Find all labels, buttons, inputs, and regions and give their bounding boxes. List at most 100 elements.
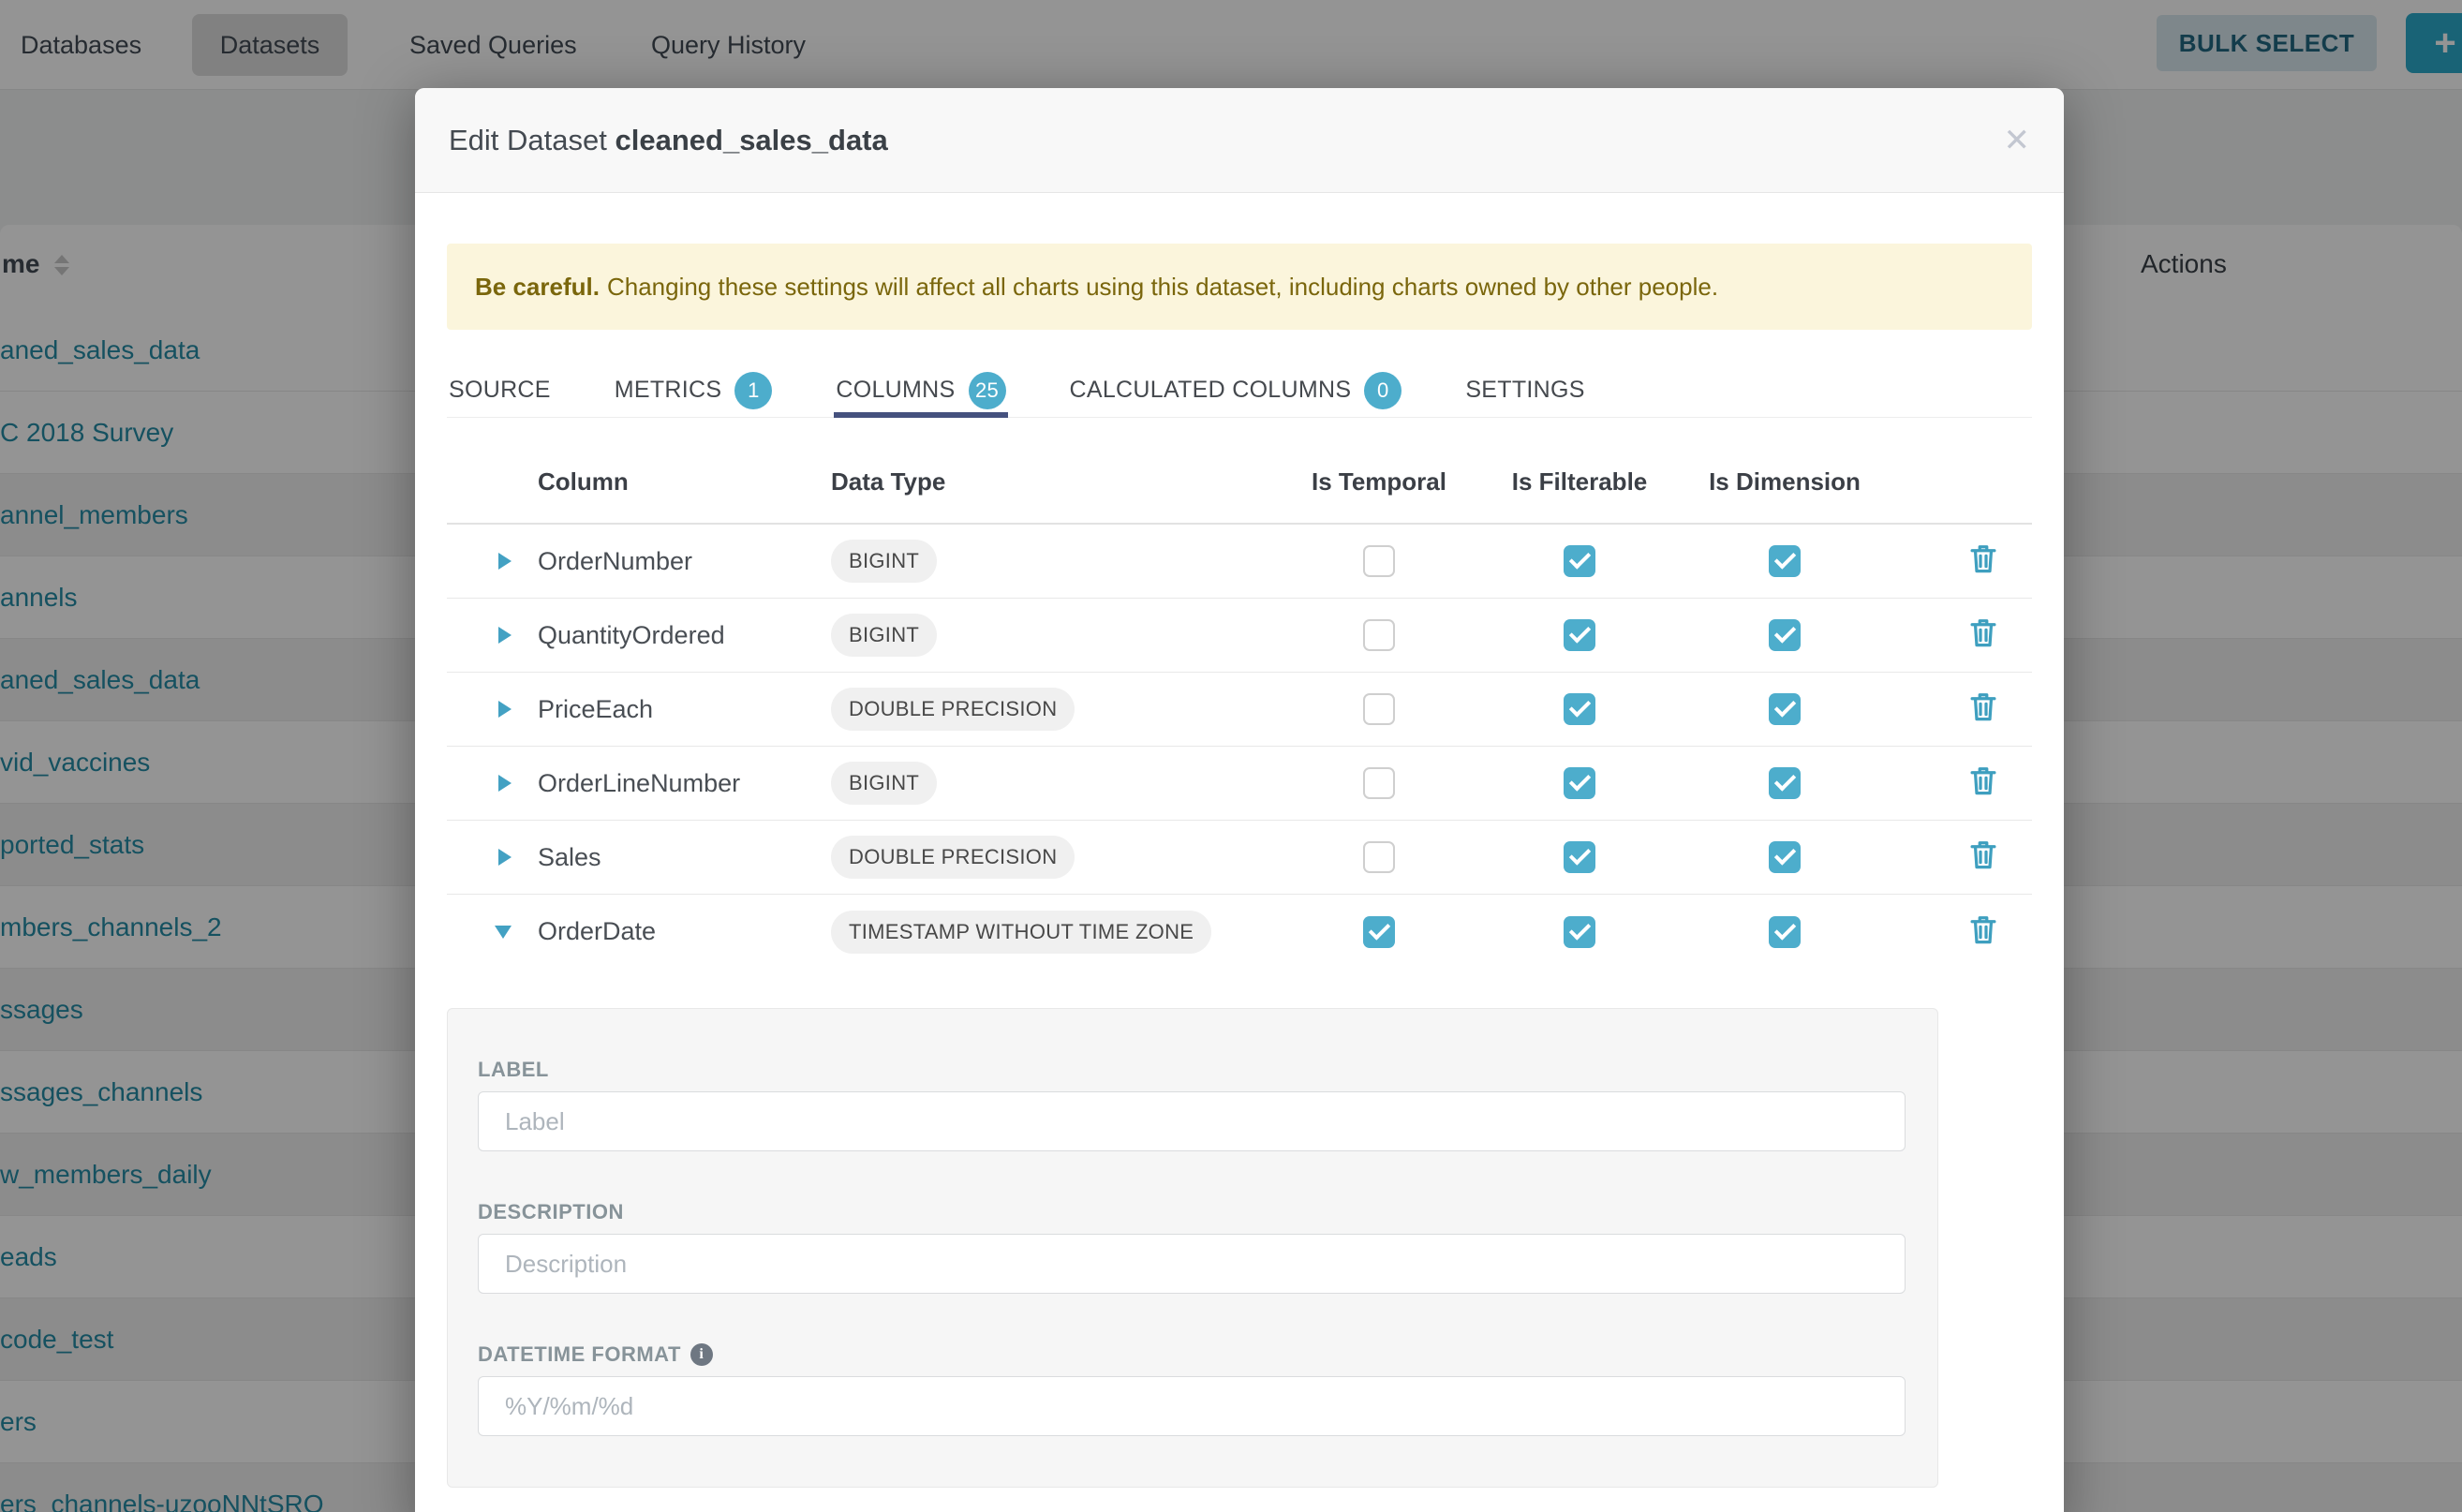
modal-tabs: SOURCE METRICS 1 COLUMNS 25 CALCULATED C… [447,363,2032,418]
caret-icon [498,849,512,866]
delete-column-button[interactable] [1969,691,1997,727]
column-row: Sales DOUBLE PRECISION [447,821,2032,895]
caret-icon [498,775,512,792]
column-name: QuantityOrdered [538,621,831,650]
tab-metrics[interactable]: METRICS 1 [613,363,775,417]
warning-banner: Be careful. Changing these settings will… [447,244,2032,330]
trash-icon [1969,691,1997,722]
caret-icon [498,553,512,570]
tab-badge: 0 [1364,372,1402,409]
delete-column-button[interactable] [1969,543,1997,579]
tab-badge: 1 [734,372,772,409]
expand-toggle[interactable] [498,701,538,718]
edit-dataset-modal: Edit Dataset cleaned_sales_data ✕ Be car… [415,88,2064,1512]
warning-text: Changing these settings will affect all … [607,273,1718,302]
is-temporal-checkbox[interactable] [1363,693,1395,725]
tab-source[interactable]: SOURCE [447,363,553,417]
tab-label: METRICS [615,377,722,404]
delete-column-button[interactable] [1969,839,1997,875]
is-temporal-checkbox[interactable] [1363,916,1395,948]
is-dimension-header: Is Dimension [1709,467,1861,497]
tab-settings[interactable]: SETTINGS [1463,363,1586,417]
modal-header: Edit Dataset cleaned_sales_data ✕ [415,88,2064,193]
modal-title-prefix: Edit Dataset [449,124,607,156]
tab-label: CALCULATED COLUMNS [1070,377,1352,404]
expand-toggle[interactable] [498,775,538,792]
column-detail-panel: LABEL DESCRIPTION DATETIME FORMAT i [447,1008,1938,1488]
caret-icon [498,627,512,644]
expand-toggle[interactable] [498,553,538,570]
column-name: PriceEach [538,695,831,724]
is-filterable-checkbox[interactable] [1564,545,1595,577]
trash-icon [1969,543,1997,574]
column-header: Column [538,467,831,497]
label-input[interactable] [478,1091,1906,1151]
is-filterable-checkbox[interactable] [1564,619,1595,651]
column-row: OrderLineNumber BIGINT [447,747,2032,821]
data-type-badge: BIGINT [831,762,937,805]
is-temporal-checkbox[interactable] [1363,767,1395,799]
trash-icon [1969,617,1997,648]
is-filterable-header: Is Filterable [1512,467,1648,497]
tab-columns[interactable]: COLUMNS 25 [834,363,1007,417]
expand-toggle[interactable] [498,849,538,866]
is-dimension-checkbox[interactable] [1769,916,1801,948]
is-temporal-checkbox[interactable] [1363,619,1395,651]
column-name: OrderDate [538,917,831,946]
label-field-label: LABEL [478,1058,1906,1082]
modal-dataset-name: cleaned_sales_data [616,124,888,156]
description-input[interactable] [478,1234,1906,1294]
tab-calculated-columns[interactable]: CALCULATED COLUMNS 0 [1068,363,1404,417]
is-filterable-checkbox[interactable] [1564,841,1595,873]
column-name: OrderLineNumber [538,769,831,798]
datetime-format-field: DATETIME FORMAT i [478,1342,1906,1436]
is-filterable-checkbox[interactable] [1564,916,1595,948]
is-dimension-checkbox[interactable] [1769,545,1801,577]
modal-body: Be careful. Changing these settings will… [415,244,2064,1488]
modal-title: Edit Dataset cleaned_sales_data [449,124,888,157]
trash-icon [1969,914,1997,945]
datetime-format-input[interactable] [478,1376,1906,1436]
warning-bold-text: Be careful. [475,273,600,302]
column-name: Sales [538,843,831,872]
data-type-header: Data Type [831,467,1281,497]
close-icon[interactable]: ✕ [2004,125,2031,156]
delete-column-button[interactable] [1969,617,1997,653]
tab-badge: 25 [969,372,1006,409]
trash-icon [1969,765,1997,796]
caret-icon [498,701,512,718]
expand-toggle[interactable] [498,627,538,644]
is-filterable-checkbox[interactable] [1564,767,1595,799]
columns-table-header: Column Data Type Is Temporal Is Filterab… [447,418,2032,525]
data-type-badge: DOUBLE PRECISION [831,688,1075,731]
is-filterable-checkbox[interactable] [1564,693,1595,725]
delete-column-button[interactable] [1969,914,1997,950]
column-row: PriceEach DOUBLE PRECISION [447,673,2032,747]
is-dimension-checkbox[interactable] [1769,693,1801,725]
column-name: OrderNumber [538,547,831,576]
trash-icon [1969,839,1997,870]
is-dimension-checkbox[interactable] [1769,767,1801,799]
data-type-badge: TIMESTAMP WITHOUT TIME ZONE [831,911,1211,954]
is-temporal-checkbox[interactable] [1363,841,1395,873]
tab-label: SOURCE [449,377,551,404]
column-row: OrderDate TIMESTAMP WITHOUT TIME ZONE [447,895,2032,969]
datetime-format-field-label: DATETIME FORMAT i [478,1342,1906,1367]
description-field: DESCRIPTION [478,1200,1906,1294]
is-dimension-checkbox[interactable] [1769,841,1801,873]
label-field: LABEL [478,1058,1906,1151]
caret-icon [495,926,512,939]
column-row: QuantityOrdered BIGINT [447,599,2032,673]
data-type-badge: DOUBLE PRECISION [831,836,1075,879]
is-temporal-header: Is Temporal [1312,467,1446,497]
tab-label: COLUMNS [836,377,955,404]
expand-toggle[interactable] [495,926,538,939]
is-temporal-checkbox[interactable] [1363,545,1395,577]
info-icon[interactable]: i [690,1343,713,1366]
tab-label: SETTINGS [1465,377,1584,404]
is-dimension-checkbox[interactable] [1769,619,1801,651]
description-field-label: DESCRIPTION [478,1200,1906,1224]
delete-column-button[interactable] [1969,765,1997,801]
columns-table-body: OrderNumber BIGINT QuantityOrdered [447,525,2032,969]
data-type-badge: BIGINT [831,540,937,583]
